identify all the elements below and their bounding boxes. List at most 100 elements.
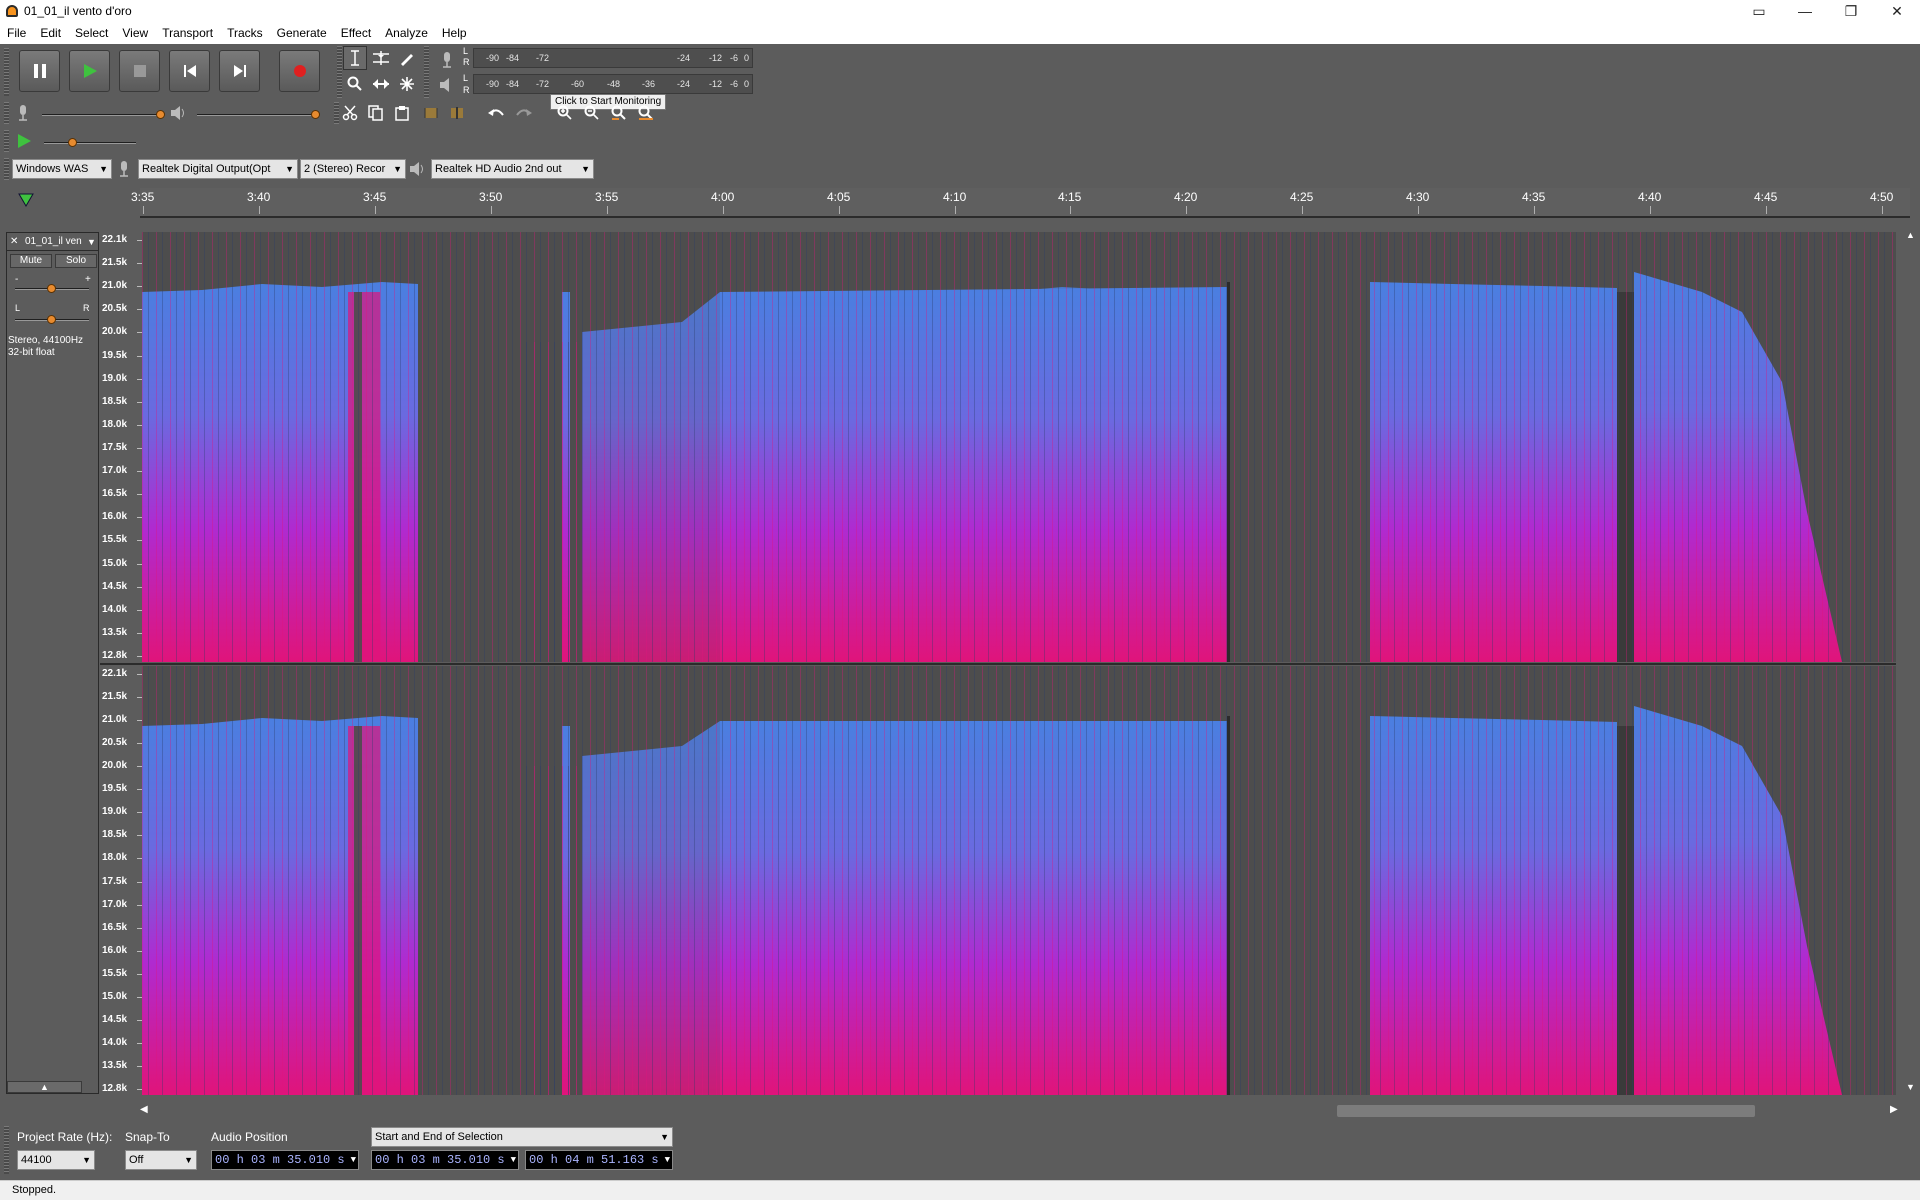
selection-tool-button[interactable] (343, 46, 367, 70)
skip-to-start-button[interactable] (169, 50, 210, 92)
audio-position-control[interactable]: 00 h 03 m 35.010 s ▼ (211, 1150, 359, 1170)
horizontal-scroll-thumb[interactable] (1337, 1105, 1755, 1117)
frequency-label: 15.5k (102, 534, 128, 545)
recording-channels-value: 2 (Stereo) Recor (304, 163, 386, 175)
playback-meter[interactable]: -90 -84 -72 -60 -48 -36 -24 -12 -6 0 (473, 74, 753, 94)
draw-tool-button[interactable] (395, 46, 419, 70)
restore-button[interactable]: ❐ (1828, 0, 1874, 22)
record-meter-button[interactable] (435, 48, 459, 72)
collapse-track-button[interactable]: ▲ (7, 1081, 82, 1093)
pan-right-label: R (83, 303, 90, 313)
undo-button[interactable] (484, 101, 508, 125)
spectrogram-right-channel[interactable] (142, 666, 1896, 1095)
frequency-label: 21.0k (102, 714, 128, 725)
horizontal-scrollbar[interactable]: ◀ ▶ (0, 1102, 1920, 1120)
menu-edit[interactable]: Edit (33, 26, 68, 40)
snap-to-select[interactable]: Off ▼ (125, 1150, 197, 1170)
stop-button[interactable] (119, 50, 160, 92)
recording-device-select[interactable]: Realtek Digital Output(Opt ▼ (138, 159, 298, 179)
recording-volume-knob[interactable] (156, 110, 165, 119)
frequency-label: 15.5k (102, 968, 128, 979)
silence-audio-button[interactable] (445, 101, 469, 125)
menu-analyze[interactable]: Analyze (378, 26, 435, 40)
menu-view[interactable]: View (115, 26, 155, 40)
solo-button[interactable]: Solo (55, 254, 97, 268)
toolbar-grip[interactable] (424, 46, 429, 98)
pin-playhead-icon[interactable] (15, 188, 37, 210)
track-name[interactable]: 01_01_il ven (25, 233, 82, 251)
ruler-tick-label: 3:55 (595, 190, 619, 204)
recording-meter[interactable]: -90 -84 -72 -24 -12 -6 0 (473, 48, 753, 68)
playback-speed-knob[interactable] (68, 138, 77, 147)
menu-file[interactable]: File (0, 26, 33, 40)
scroll-left-icon[interactable]: ◀ (140, 1104, 148, 1115)
scroll-right-icon[interactable]: ▶ (1890, 1104, 1898, 1115)
close-button[interactable]: ✕ (1874, 0, 1920, 22)
toolbar-grip[interactable] (4, 1126, 9, 1174)
playback-volume-slider[interactable] (197, 114, 317, 116)
spectrogram-left-channel[interactable] (142, 232, 1896, 662)
zoom-out-button[interactable] (580, 101, 604, 125)
vertical-scrollbar[interactable]: ▲ ▼ (1902, 230, 1920, 1095)
playback-device-select[interactable]: Realtek HD Audio 2nd out ▼ (431, 159, 594, 179)
track-pane[interactable]: ✕ 01_01_il ven ▼ Mute Solo - + L R Stere… (0, 230, 1920, 1095)
frequency-axis-top[interactable]: 22.1k 21.5k 21.0k 20.5k 20.0k 19.5k 19.0k 18.5k… (100, 232, 142, 662)
play-button[interactable] (69, 50, 110, 92)
recording-volume-slider[interactable] (42, 114, 162, 116)
menu-transport[interactable]: Transport (155, 26, 220, 40)
scroll-up-icon[interactable]: ▲ (1906, 230, 1915, 240)
envelope-tool-button[interactable] (369, 46, 393, 70)
menu-effect[interactable]: Effect (334, 26, 378, 40)
copy-button[interactable] (364, 101, 388, 125)
fit-project-button[interactable] (634, 101, 658, 125)
minimize-button[interactable]: — (1782, 0, 1828, 22)
timeline-ruler[interactable]: 3:35 3:40 3:45 3:50 3:55 4:00 4:05 4:10 4:15 4:20… (0, 184, 1920, 230)
frequency-axis-bottom[interactable]: 22.1k 21.5k 21.0k 20.5k 20.0k 19.5k 19.0k 18.5k… (100, 666, 142, 1095)
paste-button[interactable] (390, 101, 414, 125)
selection-end-control[interactable]: 00 h 04 m 51.163 s ▼ (525, 1150, 673, 1170)
zoom-in-button[interactable] (553, 101, 577, 125)
playback-volume-knob[interactable] (311, 110, 320, 119)
frequency-label: 17.0k (102, 899, 128, 910)
chevron-down-icon: ▼ (664, 1155, 670, 1165)
timeshift-tool-button[interactable] (369, 72, 393, 96)
selection-mode-select[interactable]: Start and End of Selection ▼ (371, 1127, 673, 1147)
menu-tracks[interactable]: Tracks (220, 26, 270, 40)
track-pan-knob[interactable] (47, 315, 56, 324)
mute-button[interactable]: Mute (10, 254, 52, 268)
toolbar-grip[interactable] (4, 102, 9, 124)
track-name-bar[interactable]: ✕ 01_01_il ven ▼ (7, 233, 98, 251)
chevron-down-icon[interactable]: ▼ (87, 233, 96, 251)
toolbar-grip[interactable] (337, 46, 342, 98)
cut-button[interactable] (338, 101, 362, 125)
meter-tick: -60 (571, 79, 585, 89)
chevron-down-icon: ▼ (350, 1155, 356, 1165)
close-icon[interactable]: ✕ (10, 233, 18, 251)
skip-to-end-button[interactable] (219, 50, 260, 92)
zoom-tool-button[interactable] (343, 72, 367, 96)
menu-generate[interactable]: Generate (270, 26, 334, 40)
pause-button[interactable] (19, 50, 60, 92)
fit-selection-button[interactable] (607, 101, 631, 125)
play-at-speed-button[interactable] (12, 129, 36, 153)
playback-speed-slider[interactable] (44, 142, 136, 144)
recording-channels-select[interactable]: 2 (Stereo) Recor ▼ (300, 159, 406, 179)
audio-host-select[interactable]: Windows WAS ▼ (12, 159, 112, 179)
toolbar-grip[interactable] (4, 48, 9, 96)
toolbar-grip[interactable] (4, 158, 9, 180)
toolbar-grip[interactable] (4, 130, 9, 152)
project-rate-select[interactable]: 44100 ▼ (17, 1150, 95, 1170)
track-gain-knob[interactable] (47, 284, 56, 293)
multi-tool-button[interactable] (395, 72, 419, 96)
play-icon (83, 64, 97, 78)
selection-toolbar: Project Rate (Hz): 44100 ▼ Snap-To Off ▼ A… (0, 1120, 1920, 1180)
record-button[interactable] (279, 50, 320, 92)
scroll-down-icon[interactable]: ▼ (1906, 1082, 1915, 1092)
menu-toggle-icon[interactable]: ▭ (1736, 0, 1782, 22)
redo-button[interactable] (512, 101, 536, 125)
menu-select[interactable]: Select (68, 26, 115, 40)
play-meter-button[interactable] (435, 73, 459, 97)
selection-start-control[interactable]: 00 h 03 m 35.010 s ▼ (371, 1150, 519, 1170)
trim-audio-button[interactable] (419, 101, 443, 125)
menu-help[interactable]: Help (435, 26, 474, 40)
